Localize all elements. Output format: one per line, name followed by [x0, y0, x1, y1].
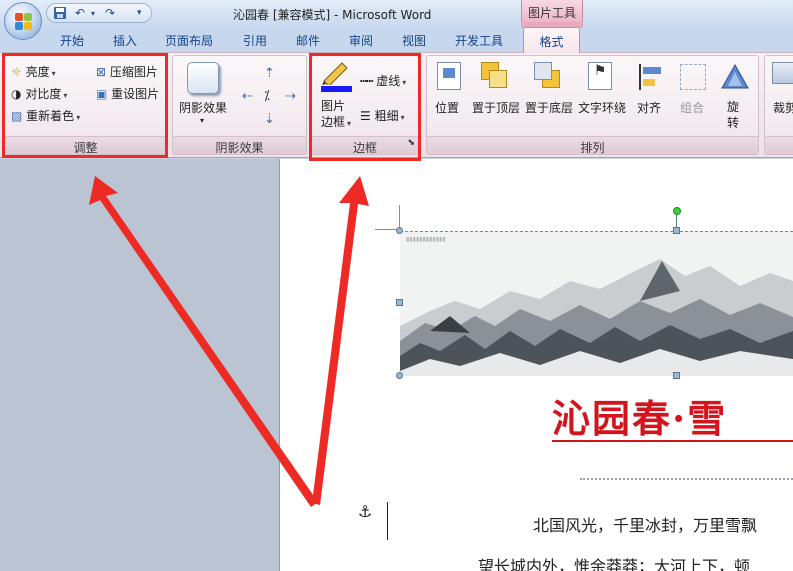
annotation-arrows [89, 176, 369, 507]
office-button[interactable] [4, 2, 42, 40]
office-logo-icon [15, 13, 33, 31]
tab-format[interactable]: 格式 [523, 27, 580, 53]
